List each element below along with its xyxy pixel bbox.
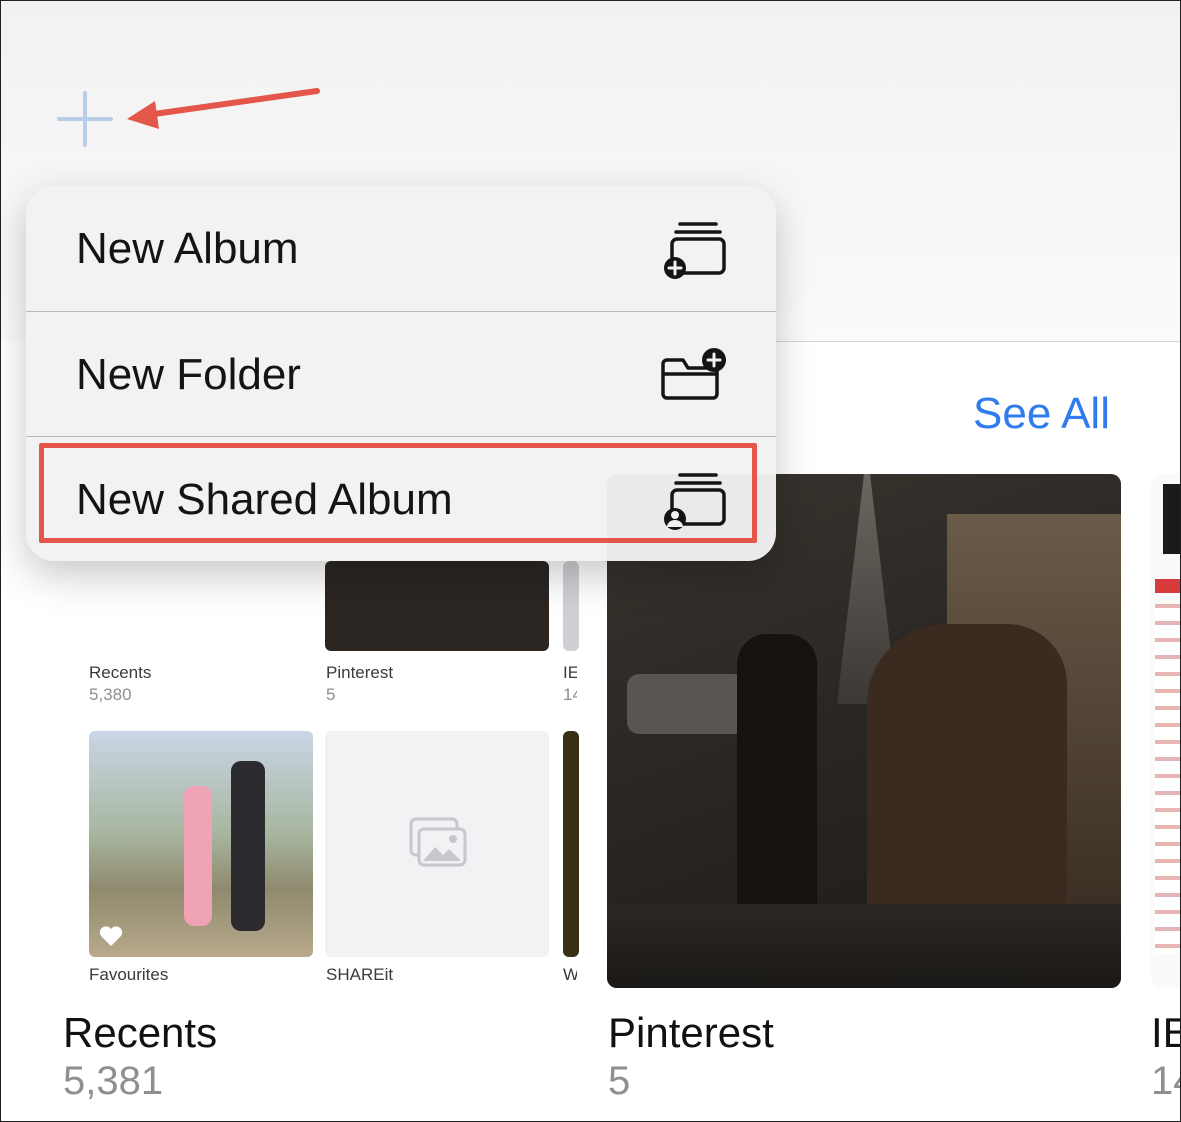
menu-item-label: New Folder — [76, 350, 301, 399]
bg-label: Favourites — [89, 965, 169, 984]
add-menu: New Album New Folder New Shared Album — [26, 186, 776, 561]
shared-album-icon — [664, 473, 726, 530]
plus-icon — [57, 91, 113, 147]
photos-app-window: Recents 5,380 Pinterest 5 IE 14 Favourit… — [0, 0, 1181, 1122]
bg-label: W — [563, 965, 577, 985]
album-title: Recents — [63, 1009, 218, 1056]
menu-item-new-shared-album[interactable]: New Shared Album — [26, 437, 776, 561]
see-all-link[interactable]: See All — [973, 389, 1110, 439]
album-count: 5 — [608, 1059, 631, 1103]
photo-placeholder-icon — [409, 817, 467, 867]
bg-count: 5 — [326, 685, 336, 704]
menu-item-label: New Shared Album — [76, 475, 453, 524]
menu-item-new-album[interactable]: New Album — [26, 186, 776, 311]
album-add-icon — [664, 222, 726, 279]
album-count: 14 — [1151, 1059, 1180, 1103]
folder-add-icon — [661, 348, 726, 400]
bg-label: SHAREit — [326, 965, 394, 984]
bg-label: Recents — [89, 663, 152, 682]
bg-label: IE — [563, 663, 577, 682]
heart-icon — [99, 926, 123, 946]
menu-item-new-folder[interactable]: New Folder — [26, 312, 776, 437]
bg-label: Pinterest — [326, 663, 394, 682]
bg-tile-ie[interactable] — [563, 561, 579, 651]
bg-tile-pinterest[interactable] — [325, 561, 549, 651]
menu-item-label: New Album — [76, 224, 299, 273]
bg-tile-shareit[interactable] — [325, 731, 549, 957]
album-count: 5,381 — [63, 1059, 164, 1103]
bg-count: 14 — [563, 685, 577, 704]
bg-tile-favourites[interactable] — [89, 731, 313, 957]
album-title: Pinterest — [608, 1009, 774, 1056]
bg-count: 5,380 — [89, 685, 132, 704]
album-thumbnail-ie[interactable] — [1151, 474, 1180, 988]
bg-tile-w[interactable] — [563, 731, 579, 957]
toolbar-divider — [761, 341, 1180, 342]
album-title: IE — [1151, 1009, 1180, 1056]
add-button[interactable] — [55, 89, 115, 149]
